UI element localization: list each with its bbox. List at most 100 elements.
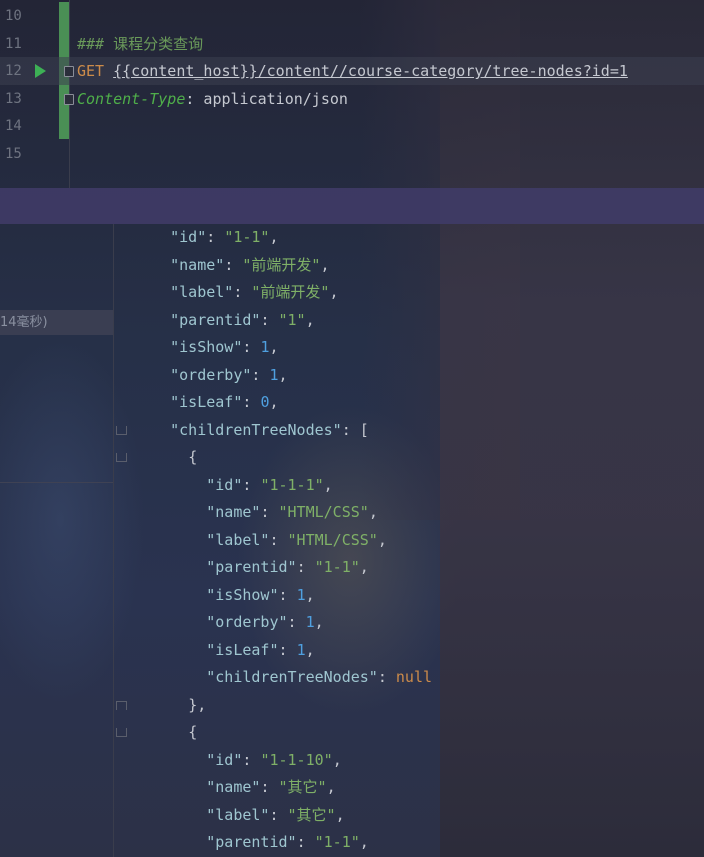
json-line: "parentid": "1",	[134, 307, 315, 334]
json-token: },	[188, 695, 207, 714]
json-token: "isLeaf"	[170, 393, 243, 411]
editor-line[interactable]: 10	[0, 2, 704, 30]
json-token: "orderby"	[206, 613, 288, 631]
json-token: "id"	[206, 750, 243, 769]
json-line: "orderby": 1,	[134, 362, 288, 389]
json-token: :	[206, 228, 225, 246]
json-token: "1"	[278, 310, 306, 329]
json-token: ,	[335, 805, 345, 824]
json-token: ,	[359, 558, 369, 576]
json-token: :	[296, 558, 315, 576]
json-token: :	[242, 393, 261, 411]
json-token: "isLeaf"	[206, 640, 279, 659]
json-token: 1	[305, 613, 315, 631]
json-token: :	[278, 640, 297, 659]
json-line: "isLeaf": 0,	[134, 389, 278, 416]
editor-line[interactable]: 11 ### 课程分类查询	[0, 30, 704, 58]
json-line: "childrenTreeNodes": [	[134, 417, 369, 444]
json-token: "HTML/CSS"	[278, 503, 369, 521]
json-token: "label"	[206, 805, 270, 824]
json-token: :	[269, 805, 288, 824]
json-token: ,	[305, 585, 315, 604]
json-line: "id": "1-1-1",	[134, 472, 332, 499]
json-token: "前端开发"	[242, 255, 321, 274]
fold-marker-icon[interactable]	[64, 66, 74, 77]
run-request-icon[interactable]	[35, 64, 46, 78]
json-line: },	[134, 692, 206, 719]
json-token: "isShow"	[206, 585, 279, 604]
json-token: ,	[359, 833, 369, 851]
json-line: {	[134, 719, 197, 746]
json-token: : [	[341, 420, 369, 439]
json-token: ,	[278, 365, 288, 384]
response-time-label[interactable]: 14毫秒)	[0, 310, 113, 335]
json-token: :	[242, 338, 261, 356]
editor-line[interactable]: 13 Content-Type: application/json	[0, 85, 704, 113]
json-token: "1-1"	[314, 558, 360, 576]
http-request-editor[interactable]: 10 11 ### 课程分类查询 12 GET {{content_host}}/con…	[0, 0, 704, 188]
json-token: "id"	[170, 228, 207, 246]
editor-line[interactable]: 12 GET {{content_host}}/content//course-c…	[0, 57, 704, 85]
json-token: :	[278, 585, 297, 604]
fold-marker-icon[interactable]	[116, 700, 127, 710]
json-token: :	[242, 475, 261, 494]
code-text: ### 课程分类查询	[77, 30, 203, 58]
json-line: "parentid": "1-1",	[134, 554, 369, 581]
json-token: :	[260, 778, 279, 796]
line-number: 10	[5, 8, 22, 24]
json-line: "name": "前端开发",	[134, 252, 329, 279]
line-number: 15	[5, 145, 22, 162]
json-token: :	[251, 365, 270, 384]
response-body-viewer[interactable]: "id": "1-1", "name": "前端开发", "label": "前…	[114, 224, 704, 857]
json-token: "childrenTreeNodes"	[170, 420, 342, 439]
json-token: {	[188, 723, 198, 741]
json-token: :	[224, 255, 243, 274]
json-line: "label": "其它",	[134, 802, 345, 829]
json-line: "isShow": 1,	[134, 334, 278, 361]
json-token: null	[395, 668, 433, 686]
history-separator	[0, 482, 113, 483]
fold-marker-icon[interactable]	[116, 425, 127, 435]
code-token: {{content_host}}/content//course-categor…	[113, 62, 628, 80]
json-line: "isShow": 1,	[134, 582, 315, 609]
json-token: "label"	[170, 283, 234, 301]
json-token: "1-1-10"	[260, 750, 333, 769]
json-line: "name": "其它",	[134, 774, 335, 801]
json-token: "name"	[206, 778, 261, 796]
editor-line[interactable]: 15	[0, 140, 704, 168]
json-token: ,	[305, 640, 315, 659]
json-token: :	[242, 750, 261, 769]
fold-marker-icon[interactable]	[64, 93, 74, 105]
line-number: 12	[5, 63, 22, 79]
json-token: "其它"	[287, 805, 336, 824]
panel-divider[interactable]	[0, 188, 704, 224]
json-token: 1	[269, 365, 279, 384]
json-line: "label": "前端开发",	[134, 279, 338, 306]
fold-marker-icon[interactable]	[116, 728, 127, 737]
json-token: "其它"	[278, 778, 327, 796]
json-token: "childrenTreeNodes"	[206, 668, 378, 686]
code-text: Content-Type: application/json	[77, 85, 348, 113]
json-line: "label": "HTML/CSS",	[134, 527, 387, 554]
json-token: :	[377, 668, 396, 686]
json-line: {	[134, 444, 197, 471]
code-text: GET {{content_host}}/content//course-cat…	[77, 57, 628, 85]
json-token: :	[260, 503, 279, 521]
fold-marker-icon[interactable]	[116, 453, 127, 462]
editor-line[interactable]: 14	[0, 112, 704, 140]
